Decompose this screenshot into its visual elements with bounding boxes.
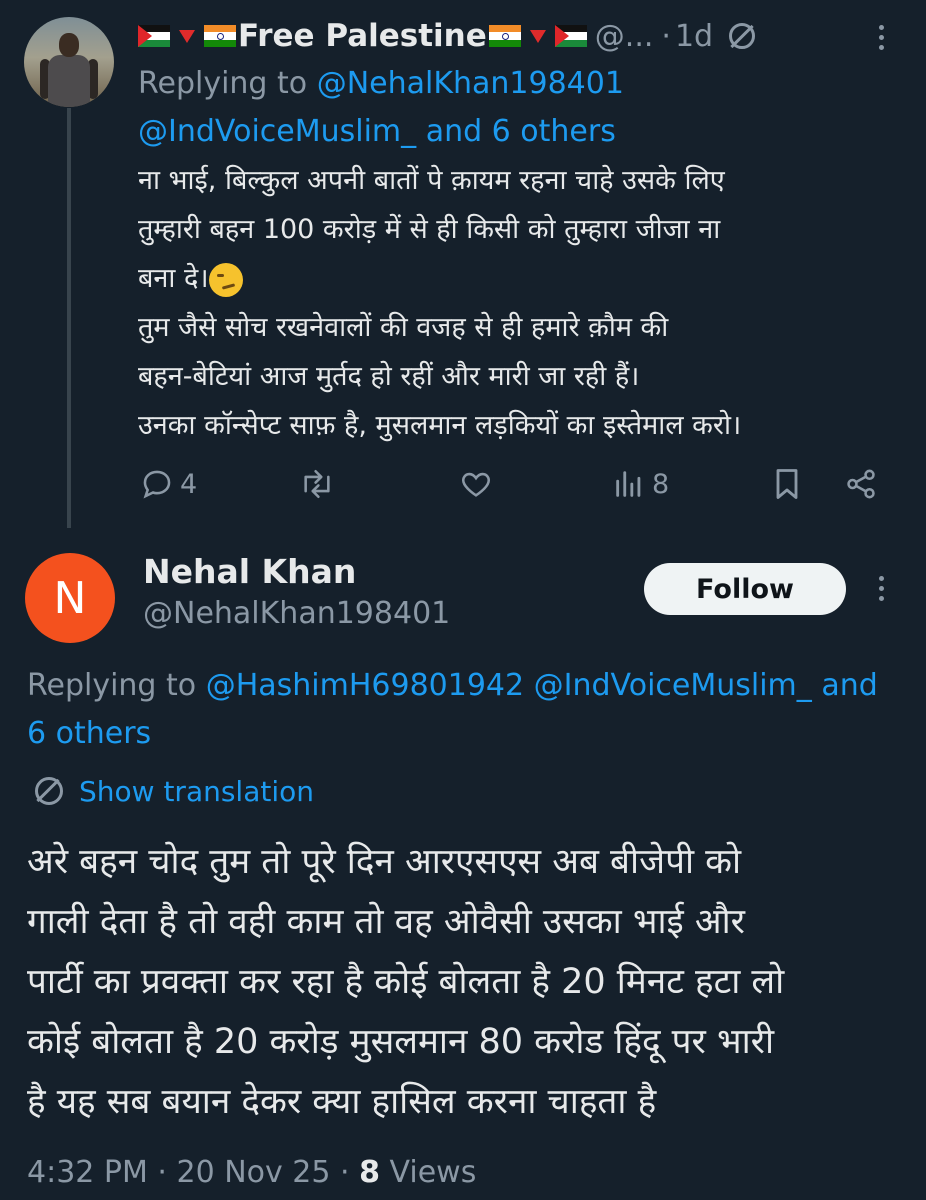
replying-to: Replying to @HashimH69801942 @IndVoiceMu… [27, 662, 926, 758]
tweet-text-line: ना भाई, बिल्कुल अपनी बातों पे क़ायम रहना… [138, 165, 725, 196]
grok-icon[interactable] [729, 23, 756, 49]
mention-link[interactable]: @NehalKhan198401 [317, 66, 624, 101]
display-name[interactable]: Nehal Khan [143, 552, 356, 591]
tweet-footer: 4:32 PM · 20 Nov 25 · 8 Views [27, 1155, 476, 1190]
follow-button[interactable]: Follow [644, 563, 846, 615]
views-count: 8 [359, 1155, 380, 1190]
tweet-header: Free Palestine @... · 1d [138, 14, 756, 58]
tweet-text-line: बहन-बेटियां आज मुर्तद हो रहीं और मारी जा… [138, 361, 640, 392]
reply-icon [143, 470, 171, 499]
bookmark-button[interactable] [771, 462, 803, 506]
like-button[interactable] [458, 462, 494, 506]
more-options-icon[interactable] [879, 576, 885, 606]
replying-to-prefix: Replying to [138, 66, 308, 101]
action-bar: 4 8 [138, 462, 898, 506]
show-translation-button[interactable]: Show translation [35, 770, 314, 812]
user-handle[interactable]: @... [595, 19, 654, 54]
mention-link[interactable]: @IndVoiceMuslim_ and 6 others [138, 114, 616, 149]
views-button[interactable]: 8 [612, 462, 669, 506]
thread-connector-line [67, 108, 71, 528]
mention-link[interactable]: 6 others [27, 716, 151, 751]
tweet-text-line: है यह सब बयान देकर क्या हासिल करना चाहता… [27, 1082, 657, 1122]
display-name[interactable]: Free Palestine [238, 18, 487, 54]
palestine-flag-icon [554, 25, 587, 47]
tweet-text-line: पार्टी का प्रवक्ता कर रहा है कोई बोलता ह… [27, 962, 785, 1002]
time-ago[interactable]: 1d [675, 19, 713, 54]
palestine-flag-icon [138, 25, 170, 47]
separator-dot: · [661, 18, 671, 54]
india-flag-icon [204, 25, 236, 47]
replying-to-prefix: Replying to [27, 668, 197, 703]
red-triangle-icon [529, 29, 546, 43]
bookmark-icon [776, 469, 798, 499]
more-options-icon[interactable] [879, 25, 885, 55]
views-icon [616, 471, 641, 497]
tweet-text: अरे बहन चोद तुम तो पूरे दिन आरएसएस अब बी… [27, 832, 917, 1132]
tweet-text: ना भाई, बिल्कुल अपनी बातों पे क़ायम रहना… [138, 156, 908, 450]
tweet-text-line: तुम जैसे सोच रखनेवालों की वजह से ही हमार… [138, 312, 669, 343]
tweet-text-line: कोई बोलता है 20 करोड़ मुसलमान 80 करोड हि… [27, 1022, 775, 1062]
repost-icon [304, 469, 330, 499]
red-triangle-icon [179, 29, 195, 43]
india-flag-icon [488, 25, 521, 47]
mention-link[interactable]: @HashimH69801942 @IndVoiceMuslim_ and [206, 668, 878, 703]
translate-icon [35, 777, 63, 805]
show-translation-label: Show translation [79, 774, 315, 808]
share-icon [847, 469, 875, 499]
repost-button[interactable] [298, 462, 336, 506]
tweet-text-line: गाली देता है तो वही काम तो वह ओवैसी उसका… [27, 902, 745, 942]
reply-button[interactable]: 4 [140, 462, 197, 506]
replying-to: Replying to @NehalKhan198401 @IndVoiceMu… [138, 60, 908, 156]
tweet-text-line: तुम्हारी बहन 100 करोड़ में से ही किसी को… [138, 214, 721, 245]
avatar[interactable]: N [25, 553, 115, 643]
timestamp[interactable]: 4:32 PM · 20 Nov 25 · [27, 1155, 350, 1190]
tweet-text-line: अरे बहन चोद तुम तो पूरे दिन आरएसएस अब बी… [27, 842, 742, 882]
avatar-figure-head [59, 33, 79, 57]
avatar[interactable] [24, 17, 114, 107]
tweet-text-line: उनका कॉन्सेप्ट साफ़ है, मुसलमान लड़कियों… [138, 410, 742, 441]
views-label: Views [389, 1155, 477, 1190]
heart-icon [462, 472, 490, 497]
reply-count: 4 [180, 468, 198, 500]
smirk-emoji-icon [208, 262, 243, 297]
avatar-figure-torso [48, 55, 90, 107]
tweet-text-line: बना दे। [138, 263, 209, 294]
views-count: 8 [652, 468, 670, 500]
share-button[interactable] [844, 462, 878, 506]
user-handle[interactable]: @NehalKhan198401 [143, 596, 450, 631]
